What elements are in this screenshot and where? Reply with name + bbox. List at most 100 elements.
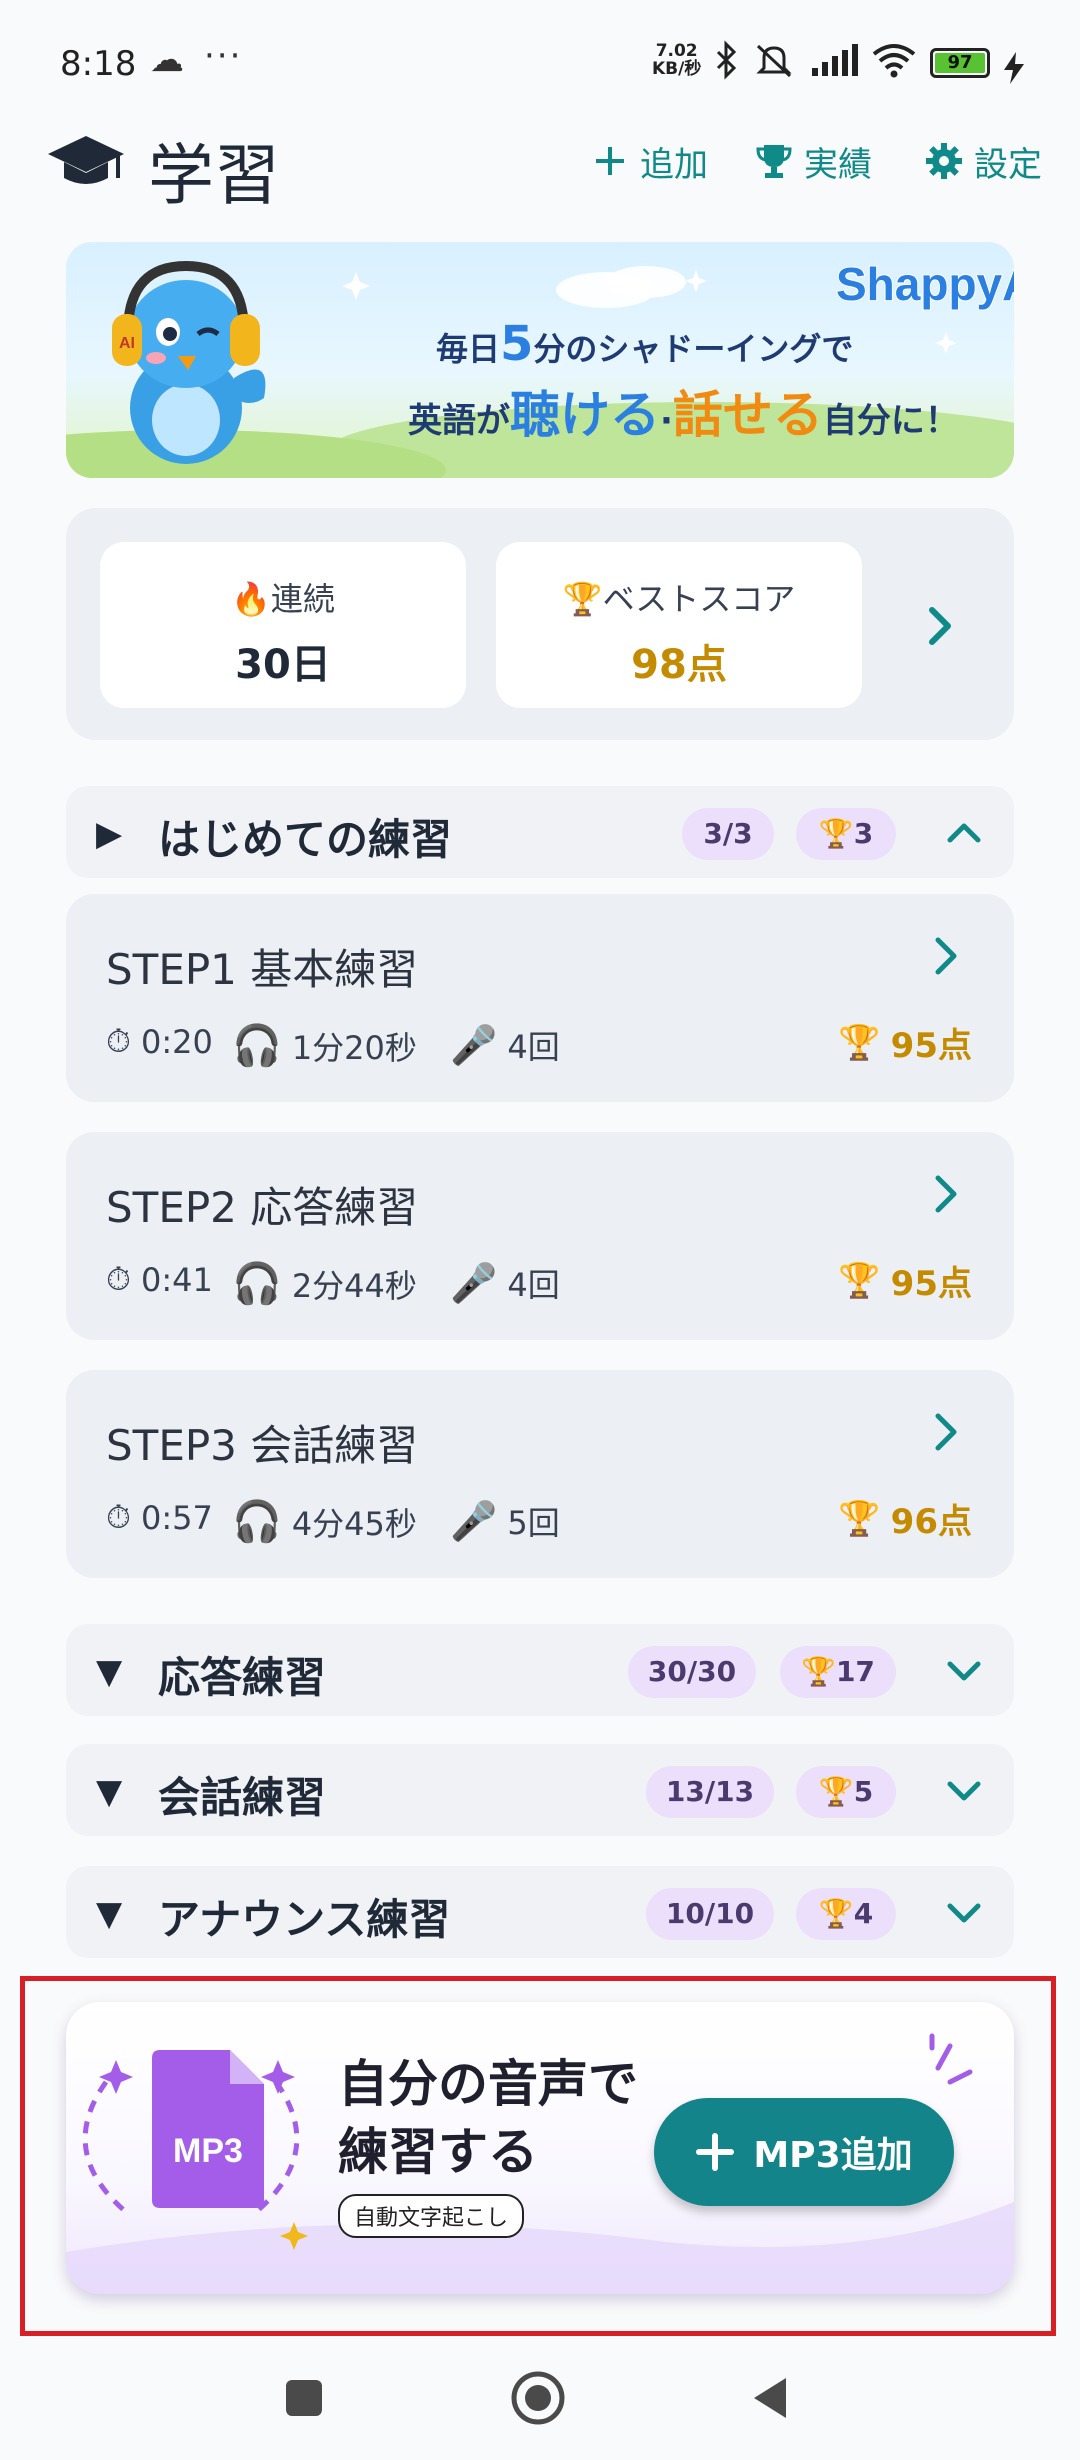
step-attempts-value: 4回 bbox=[507, 1266, 560, 1304]
back-button[interactable] bbox=[742, 2368, 802, 2428]
step-duration: ⏱ 0:57 bbox=[106, 1498, 213, 1537]
trophy-icon: 🏆 bbox=[838, 1022, 881, 1063]
section-header-announcement[interactable]: ▼ アナウンス練習 10/10 🏆4 bbox=[66, 1866, 1014, 1958]
trophy-icon: 🏆 bbox=[562, 580, 603, 618]
stopwatch-icon: ⏱ bbox=[106, 1498, 131, 1536]
step-title: STEP3 会話練習 bbox=[106, 1421, 419, 1470]
more-notifications-icon: ··· bbox=[204, 36, 243, 76]
section-header-beginner[interactable]: ▶ はじめての練習 3/3 🏆3 bbox=[66, 786, 1014, 878]
plus-icon bbox=[596, 147, 624, 175]
records-button[interactable]: 実績 bbox=[754, 136, 872, 186]
banner-line2-e: 自分に！ bbox=[823, 401, 959, 441]
banner-line2-d: 話せる bbox=[673, 386, 823, 444]
add-button[interactable]: 追加 bbox=[590, 136, 708, 186]
chevron-down-icon[interactable] bbox=[942, 1768, 986, 1812]
trophy-icon bbox=[756, 145, 792, 178]
promo-banner[interactable]: AI ShappyAI 毎日5分のシャドーイングで 英語が聴ける·話せる自分に！ bbox=[66, 242, 1014, 478]
stopwatch-icon: ⏱ bbox=[106, 1022, 131, 1060]
recent-apps-button[interactable] bbox=[274, 2368, 334, 2428]
trophy-badge: 🏆17 bbox=[780, 1646, 896, 1698]
banner-line1-b: 分のシャドーイングで bbox=[533, 330, 853, 368]
network-speed: 7.02 KB/秒 bbox=[652, 42, 701, 78]
chevron-down-icon[interactable] bbox=[942, 1648, 986, 1692]
play-icon: ▶ bbox=[96, 814, 123, 854]
collapse-triangle-icon: ▼ bbox=[96, 1652, 123, 1692]
microphone-icon: 🎤 bbox=[450, 1022, 498, 1067]
banner-line1-a: 毎日 bbox=[436, 330, 500, 368]
step-card-2[interactable]: STEP2 応答練習 ⏱ 0:41 🎧 2分44秒 🎤 4回 🏆 95点 bbox=[66, 1132, 1014, 1340]
best-label-row: 🏆ベストスコア bbox=[496, 574, 862, 620]
section-header-response[interactable]: ▼ 応答練習 30/30 🏆17 bbox=[66, 1624, 1014, 1716]
gear-icon bbox=[926, 143, 962, 179]
step-score: 🏆 95点 bbox=[838, 1256, 972, 1305]
chevron-right-icon[interactable] bbox=[918, 604, 962, 648]
trophy-count: 5 bbox=[853, 1775, 874, 1808]
headphone-mark: AI bbox=[119, 335, 135, 352]
home-button[interactable] bbox=[508, 2368, 568, 2428]
trophy-icon: 🏆 bbox=[838, 1498, 881, 1539]
banner-line1-num: 5 bbox=[500, 316, 533, 372]
streak-box: 🔥連続 30日 bbox=[100, 542, 466, 708]
step-title: STEP1 基本練習 bbox=[106, 945, 419, 994]
chevron-right-icon[interactable] bbox=[924, 1410, 968, 1454]
mute-icon bbox=[756, 44, 792, 78]
step-listen-value: 1分20秒 bbox=[291, 1028, 417, 1067]
section-header-conversation[interactable]: ▼ 会話練習 13/13 🏆5 bbox=[66, 1744, 1014, 1836]
trophy-badge: 🏆5 bbox=[796, 1766, 896, 1818]
step-listen-time: 🎧 1分20秒 bbox=[232, 1022, 417, 1069]
trophy-icon: 🏆 bbox=[838, 1260, 881, 1301]
svg-text:英語が聴ける·話せる自分に！: 英語が聴ける·話せる自分に！ bbox=[408, 386, 959, 444]
progress-badge: 13/13 bbox=[646, 1766, 774, 1818]
best-score-label: ベストスコア bbox=[602, 580, 796, 618]
battery-level: 97 bbox=[935, 53, 985, 73]
streak-label-row: 🔥連続 bbox=[100, 574, 466, 620]
step-score-value: 96点 bbox=[890, 1502, 972, 1542]
trophy-badge: 🏆4 bbox=[796, 1888, 896, 1940]
step-attempts: 🎤 4回 bbox=[450, 1022, 560, 1068]
bluetooth-icon bbox=[716, 40, 737, 80]
step-attempts: 🎤 4回 bbox=[450, 1260, 560, 1306]
banner-line2-c: · bbox=[660, 401, 673, 441]
chevron-right-icon[interactable] bbox=[924, 934, 968, 978]
step-attempts-value: 4回 bbox=[507, 1028, 560, 1066]
banner-brand: ShappyAI bbox=[836, 258, 1014, 310]
trophy-badge: 🏆3 bbox=[796, 808, 896, 860]
settings-button[interactable]: 設定 bbox=[924, 136, 1042, 186]
step-attempts: 🎤 5回 bbox=[450, 1498, 560, 1544]
trophy-count: 3 bbox=[853, 817, 874, 850]
step-card-3[interactable]: STEP3 会話練習 ⏱ 0:57 🎧 4分45秒 🎤 5回 🏆 96点 bbox=[66, 1370, 1014, 1578]
trophy-icon: 🏆 bbox=[801, 1655, 836, 1688]
wifi-icon bbox=[872, 44, 916, 78]
section-title: アナウンス練習 bbox=[158, 1895, 451, 1944]
status-time: 8:18 bbox=[60, 44, 137, 84]
step-score-value: 95点 bbox=[890, 1026, 972, 1066]
step-listen-value: 2分44秒 bbox=[291, 1266, 417, 1305]
fire-icon: 🔥 bbox=[231, 580, 271, 618]
progress-badge: 30/30 bbox=[628, 1646, 756, 1698]
banner-text: ShappyAI 毎日5分のシャドーイングで 英語が聴ける·話せる自分に！ bbox=[408, 257, 1014, 444]
step-listen-value: 4分45秒 bbox=[291, 1504, 417, 1543]
graduation-cap-icon bbox=[48, 136, 124, 184]
chevron-right-icon[interactable] bbox=[924, 1172, 968, 1216]
step-listen-time: 🎧 2分44秒 bbox=[232, 1260, 417, 1307]
battery-icon: 97 bbox=[930, 48, 990, 78]
step-title: STEP2 応答練習 bbox=[106, 1183, 419, 1232]
chevron-up-icon[interactable] bbox=[942, 810, 986, 854]
highlight-frame bbox=[20, 1976, 1056, 2336]
step-duration-value: 0:57 bbox=[140, 1498, 213, 1537]
chevron-down-icon[interactable] bbox=[942, 1890, 986, 1934]
step-card-1[interactable]: STEP1 基本練習 ⏱ 0:20 🎧 1分20秒 🎤 4回 🏆 95点 bbox=[66, 894, 1014, 1102]
step-score: 🏆 95点 bbox=[838, 1018, 972, 1067]
step-duration-value: 0:20 bbox=[140, 1022, 213, 1061]
headphones-icon: 🎧 bbox=[232, 1261, 282, 1307]
step-score: 🏆 96点 bbox=[838, 1494, 972, 1543]
best-score-box: 🏆ベストスコア 98点 bbox=[496, 542, 862, 708]
stats-card[interactable]: 🔥連続 30日 🏆ベストスコア 98点 bbox=[66, 508, 1014, 740]
page-title: 学習 bbox=[148, 137, 280, 214]
streak-value: 30日 bbox=[235, 642, 331, 688]
progress-badge: 10/10 bbox=[646, 1888, 774, 1940]
banner-line2-b: 聴ける bbox=[510, 386, 660, 444]
step-duration: ⏱ 0:41 bbox=[106, 1260, 213, 1299]
section-title: はじめての練習 bbox=[158, 815, 453, 864]
progress-badge: 3/3 bbox=[682, 808, 774, 860]
